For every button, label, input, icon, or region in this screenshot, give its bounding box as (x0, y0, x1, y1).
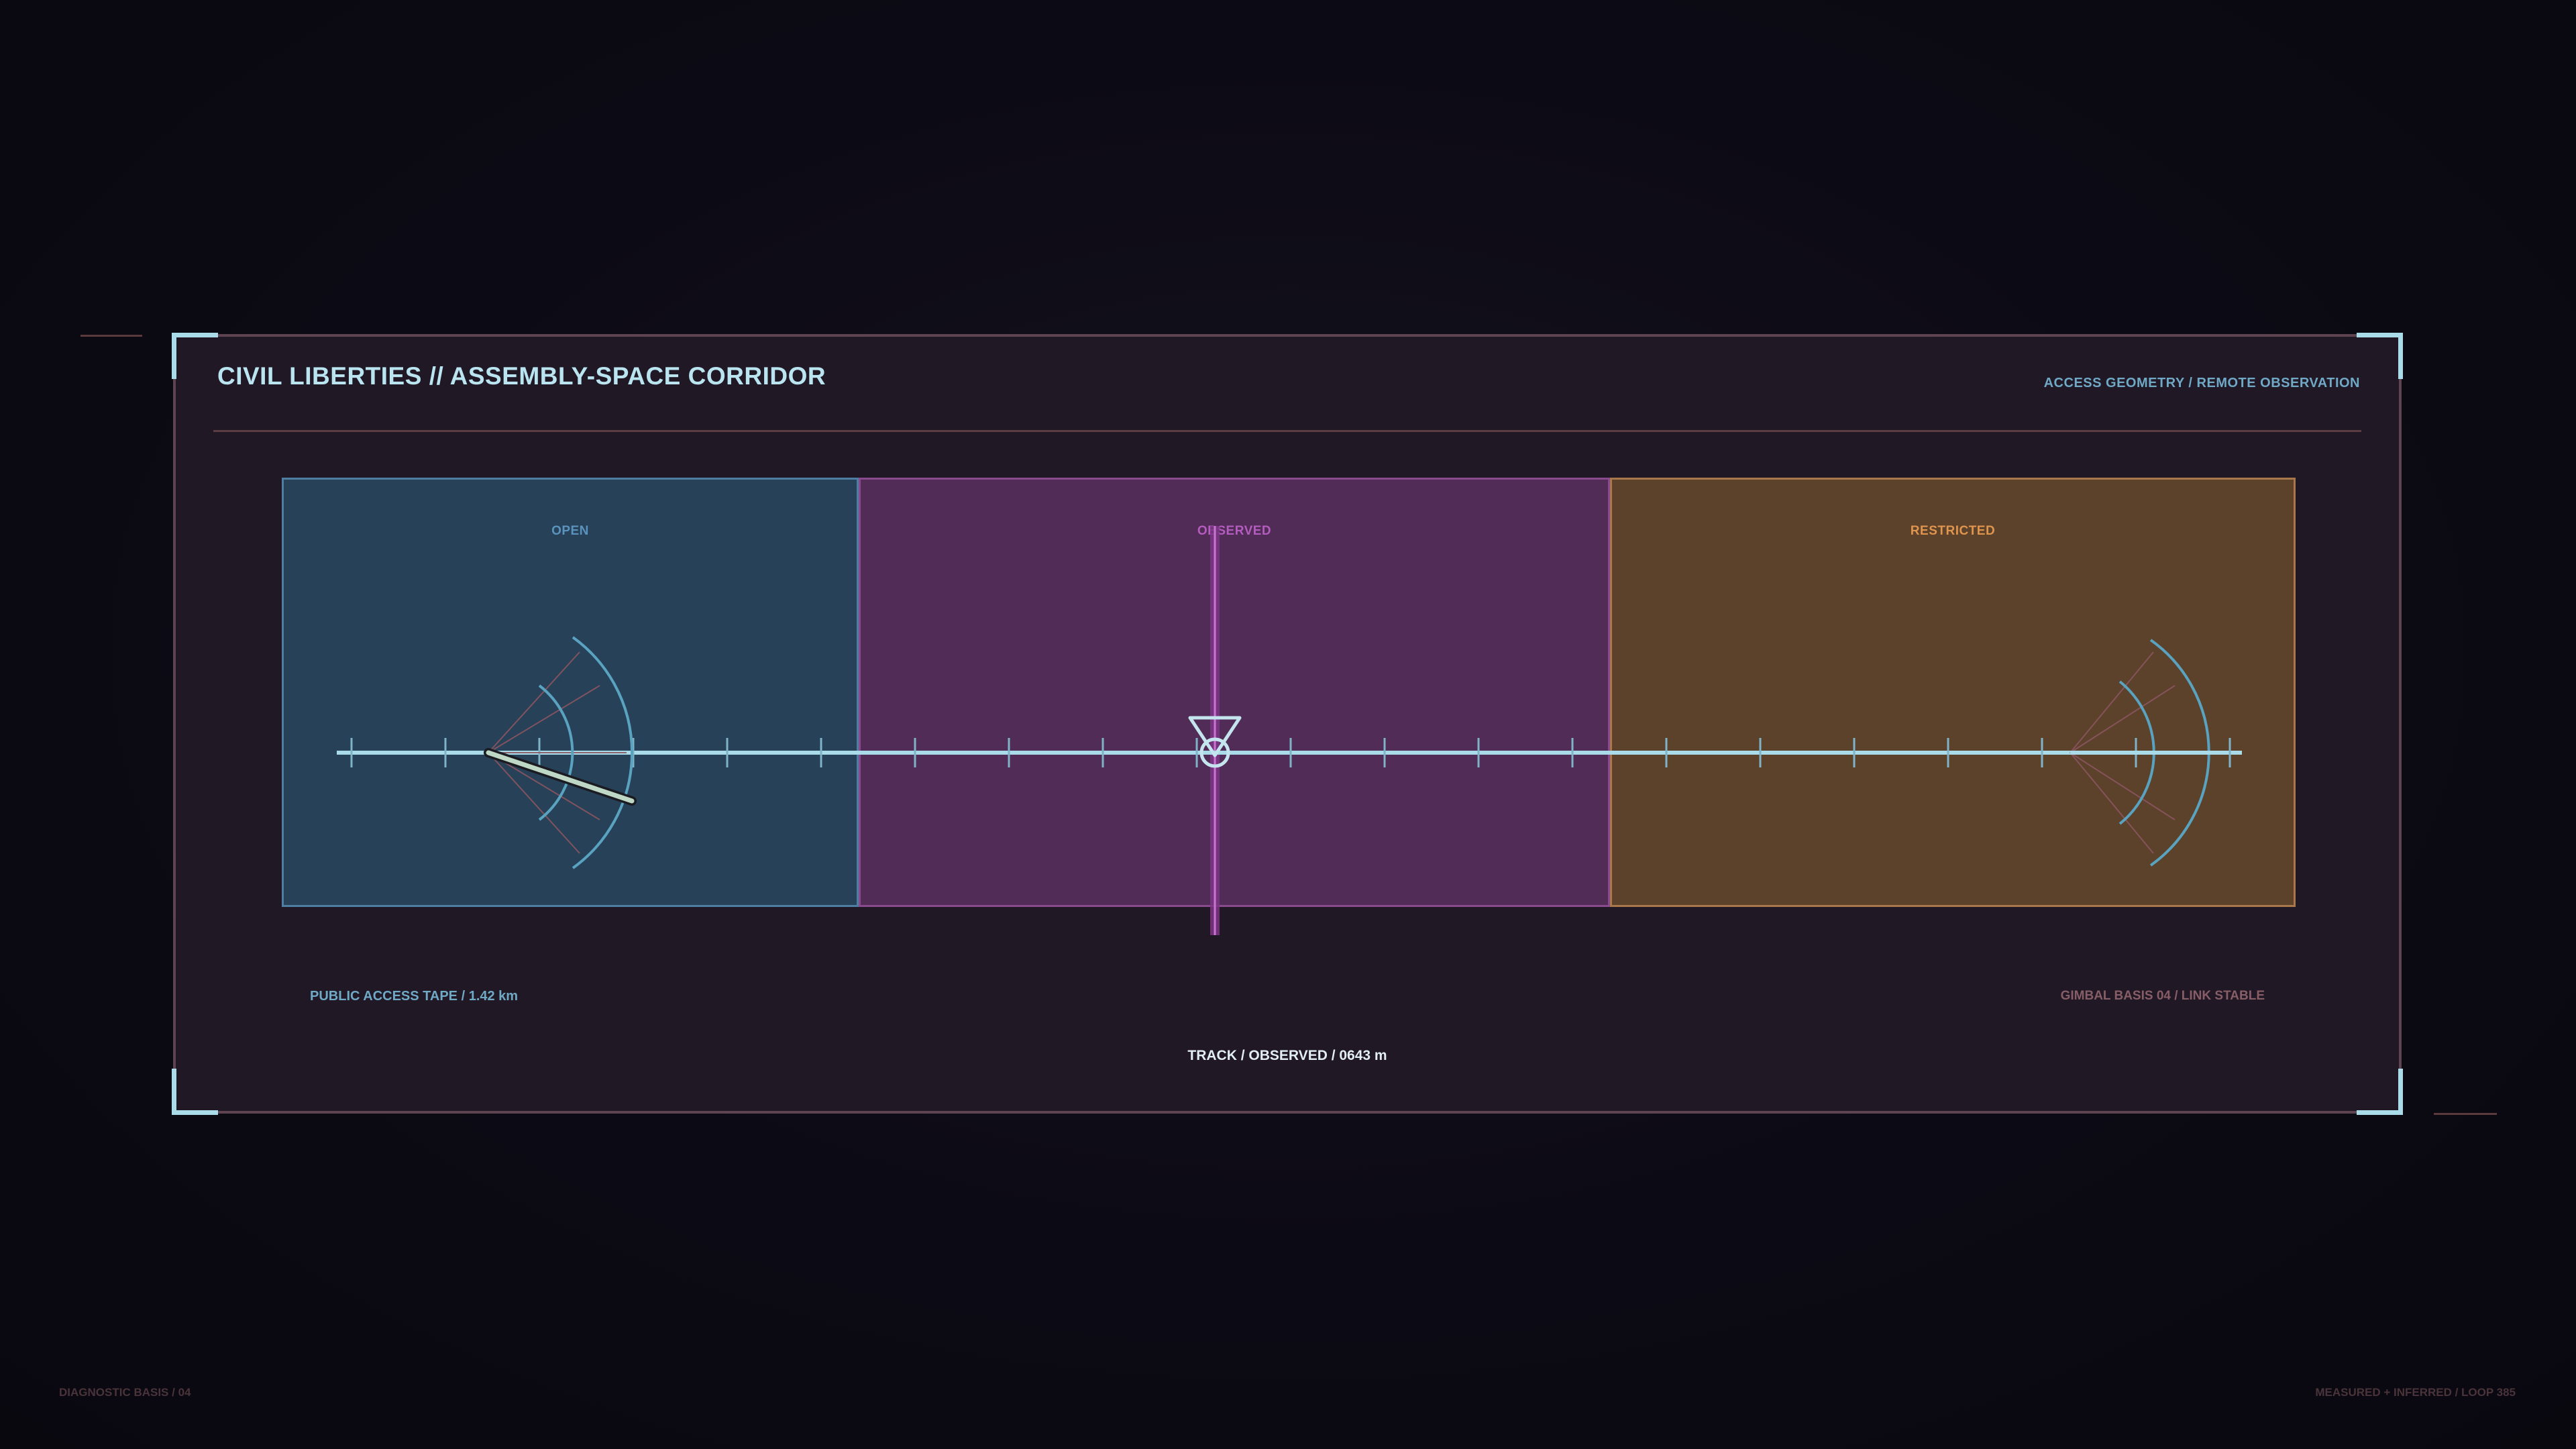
right-fan-sensor-icon[interactable] (2070, 639, 2229, 867)
footer-basis: DIAGNOSTIC BASIS / 04 (59, 1386, 191, 1399)
corridor-panel: CIVIL LIBERTIES // ASSEMBLY-SPACE CORRID… (172, 333, 2403, 1115)
left-fan-sensor-icon[interactable] (484, 636, 637, 869)
observer-beam (1210, 526, 1220, 935)
edge-accent-left (80, 335, 142, 337)
footer-loop: MEASURED + INFERRED / LOOP 385 (2315, 1386, 2516, 1399)
tape-readout: PUBLIC ACCESS TAPE / 1.42 km (310, 989, 519, 1004)
gimbal-readout: GIMBAL BASIS 04 / LINK STABLE (2060, 989, 2265, 1003)
edge-accent-right (2434, 1113, 2497, 1115)
track-readout: TRACK / OBSERVED / 0643 m (1187, 1048, 1387, 1063)
stage: CIVIL LIBERTIES // ASSEMBLY-SPACE CORRID… (0, 0, 2576, 1449)
